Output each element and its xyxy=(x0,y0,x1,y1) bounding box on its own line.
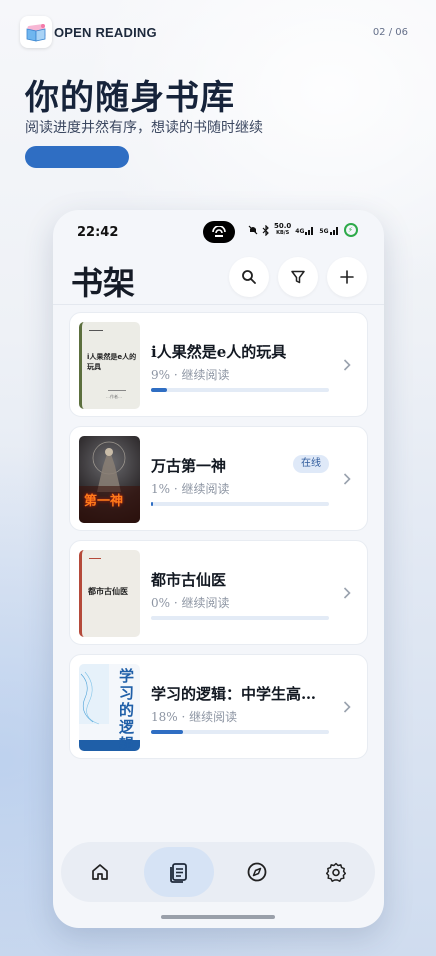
battery-icon: ⚡ xyxy=(343,223,358,237)
top-bar: OPEN READING 02 / 06 xyxy=(20,16,408,48)
filter-icon xyxy=(291,270,305,284)
hero-subtitle: 阅读进度井然有序，想读的书随时继续 xyxy=(25,120,263,136)
chevron-right-icon xyxy=(341,583,353,603)
status-time: 22:42 xyxy=(77,225,119,240)
book-progress-text: 1% · 继续阅读 xyxy=(151,482,230,496)
nav-discover[interactable] xyxy=(222,847,292,897)
dynamic-island-icon xyxy=(203,221,235,243)
nav-settings[interactable] xyxy=(301,847,371,897)
book-cover: 学习的逻辑 xyxy=(79,664,140,751)
book-list: i人果然是e人的玩具 …作者… i人果然是e人的玩具 9% · 继续阅读 第一神 xyxy=(69,312,368,768)
hero-title: 你的随身书库 xyxy=(25,78,235,118)
search-icon xyxy=(242,270,256,284)
page-indicator: 02 / 06 xyxy=(372,26,408,38)
book-title: i人果然是e人的玩具 xyxy=(151,343,287,361)
progress-fill xyxy=(151,388,168,392)
book-card[interactable]: 第一神 万古第一神 在线 1% · 继续阅读 xyxy=(69,426,368,531)
compass-icon xyxy=(247,862,267,882)
search-button[interactable] xyxy=(229,257,269,297)
chevron-right-icon xyxy=(341,469,353,489)
signal-5g-icon: 5G xyxy=(319,225,339,235)
plus-icon xyxy=(340,270,354,284)
hero-accent-pill xyxy=(25,146,129,168)
chevron-right-icon xyxy=(341,355,353,375)
book-card[interactable]: i人果然是e人的玩具 …作者… i人果然是e人的玩具 9% · 继续阅读 xyxy=(69,312,368,417)
book-progress-text: 9% · 继续阅读 xyxy=(151,368,230,382)
chevron-right-icon xyxy=(341,697,353,717)
shelf-title: 书架 xyxy=(71,264,136,302)
home-icon xyxy=(92,864,109,880)
mute-icon xyxy=(248,225,258,235)
filter-button[interactable] xyxy=(278,257,318,297)
signal-4g-icon: 4G xyxy=(295,225,315,235)
progress-fill xyxy=(151,730,184,734)
book-progress-text: 0% · 继续阅读 xyxy=(151,596,230,610)
book-title: 都市古仙医 xyxy=(151,571,227,589)
book-progress-text: 18% · 继续阅读 xyxy=(151,710,238,724)
nav-bookshelf[interactable] xyxy=(143,847,214,897)
gear-icon xyxy=(325,862,346,882)
progress-fill xyxy=(151,502,153,506)
progress-bar xyxy=(151,388,329,392)
bottom-nav xyxy=(61,842,375,902)
book-cover: 第一神 xyxy=(79,436,140,523)
book-card[interactable]: 学习的逻辑 学习的逻辑：中学生高效学习指南 18% · 继续阅读 xyxy=(69,654,368,759)
app-name: OPEN READING xyxy=(54,24,157,40)
progress-bar xyxy=(151,730,329,734)
app-logo xyxy=(20,16,52,48)
book-title: 学习的逻辑：中学生高效学习指南 xyxy=(151,685,327,703)
status-icons: 50.0 KB/S 4G 5G ⚡ xyxy=(248,223,358,237)
bookshelf-icon xyxy=(169,863,187,883)
book-title: 万古第一神 xyxy=(151,457,227,475)
network-speed: 50.0 KB/S xyxy=(274,222,292,237)
nav-home[interactable] xyxy=(65,847,135,897)
add-book-button[interactable] xyxy=(327,257,367,297)
book-cover: 都市古仙医 xyxy=(79,550,140,637)
bluetooth-icon xyxy=(262,224,269,236)
online-badge: 在线 xyxy=(293,455,329,473)
progress-bar xyxy=(151,502,329,506)
progress-bar xyxy=(151,616,329,620)
header-divider xyxy=(53,304,384,305)
status-bar: 22:42 50.0 KB/S 4G 5G ⚡ xyxy=(53,210,384,254)
phone-mockup: 22:42 50.0 KB/S 4G 5G ⚡ 书架 i人果然是e人的玩具 …作… xyxy=(53,210,384,928)
book-card[interactable]: 都市古仙医 都市古仙医 0% · 继续阅读 xyxy=(69,540,368,645)
shelf-header: 书架 xyxy=(53,256,384,304)
book-cover: i人果然是e人的玩具 …作者… xyxy=(79,322,140,409)
home-indicator[interactable] xyxy=(161,915,275,919)
